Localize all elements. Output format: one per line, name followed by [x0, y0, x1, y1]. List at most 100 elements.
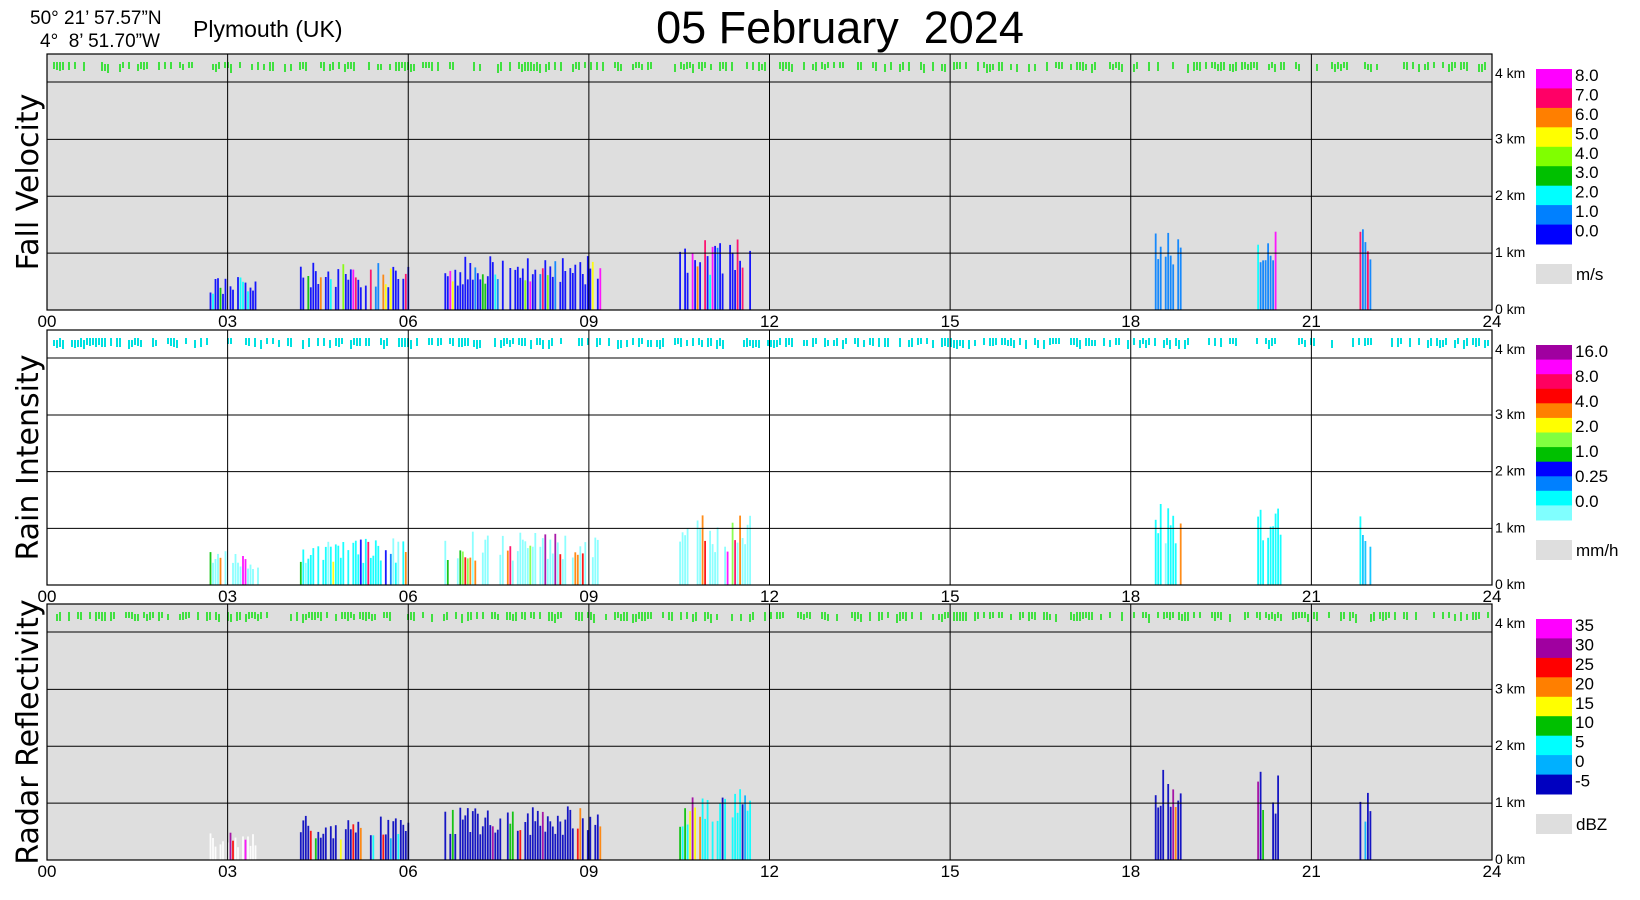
strip-mark [1304, 340, 1306, 347]
strip-mark [1088, 612, 1090, 620]
echo-column [369, 557, 372, 585]
strip-mark [122, 62, 124, 68]
strip-mark [137, 338, 139, 346]
strip-mark [1370, 338, 1372, 345]
strip-mark [1220, 62, 1222, 71]
strip-mark [878, 338, 880, 347]
strip-mark [98, 338, 100, 345]
strip-mark [302, 340, 304, 349]
strip-mark [833, 340, 835, 346]
strip-mark [98, 612, 100, 619]
strip-mark [422, 62, 424, 68]
echo-column [382, 274, 385, 310]
strip-mark [1478, 338, 1480, 346]
strip-mark [965, 62, 967, 69]
echo-column [1167, 508, 1170, 585]
strip-mark [260, 340, 262, 349]
strip-mark [770, 612, 772, 619]
strip-mark [497, 64, 499, 73]
strip-mark [560, 612, 562, 618]
strip-mark [473, 340, 475, 347]
strip-mark [884, 64, 886, 72]
strip-mark [128, 340, 130, 349]
colorbar-unit: m/s [1576, 265, 1603, 284]
colorbar-swatch [1536, 146, 1572, 167]
strip-mark [374, 614, 376, 620]
strip-mark [1463, 340, 1465, 349]
strip-mark [1241, 62, 1243, 70]
strip-mark [641, 64, 643, 70]
echo-column [359, 539, 362, 585]
echo-column [589, 268, 592, 310]
echo-column [329, 279, 332, 310]
strip-mark [845, 338, 847, 344]
strip-mark [1328, 612, 1330, 618]
strip-mark [1484, 62, 1486, 70]
strip-mark [701, 340, 703, 347]
panel-1: 00 03 06 09 12 15 18 21 240 km1 km2 km3 km4 kmFa… [11, 53, 1603, 331]
echo-column [399, 820, 402, 860]
strip-mark [656, 340, 658, 347]
strip-mark [719, 62, 721, 71]
echo-column [736, 239, 739, 310]
strip-mark [1472, 612, 1474, 620]
echo-column [516, 830, 519, 860]
echo-column [444, 811, 447, 860]
echo-column [549, 266, 552, 310]
echo-column [214, 559, 217, 585]
strip-mark [638, 612, 640, 619]
strip-mark [593, 614, 595, 623]
echo-column [1272, 526, 1274, 585]
strip-mark [731, 614, 733, 621]
strip-mark [959, 612, 961, 621]
echo-column [342, 264, 345, 310]
echo-column [229, 832, 232, 860]
strip-mark [1127, 340, 1129, 349]
echo-column [369, 269, 372, 310]
colorbar-swatch [1536, 490, 1572, 506]
strip-mark [1472, 338, 1474, 345]
echo-column [541, 538, 544, 585]
strip-mark [1118, 62, 1120, 70]
strip-mark [131, 612, 133, 619]
strip-mark [1466, 62, 1468, 71]
panel-3: 00 03 06 09 12 15 18 21 240 km1 km2 km3 km4 kmRa… [11, 599, 1607, 881]
strip-mark [704, 62, 706, 68]
strip-mark [941, 338, 943, 347]
strip-mark [290, 338, 292, 347]
echo-column [304, 815, 307, 860]
echo-column [347, 550, 350, 585]
colorbar-label: 25 [1575, 655, 1594, 674]
echo-column [476, 273, 479, 310]
echo-column [486, 810, 489, 860]
echo-column [696, 520, 699, 585]
strip-mark [1313, 338, 1315, 346]
strip-mark [956, 612, 958, 621]
echo-column [691, 797, 694, 860]
echo-column [599, 826, 602, 860]
echo-column [397, 541, 400, 585]
strip-mark [302, 62, 304, 69]
strip-mark [170, 62, 172, 69]
echo-column [594, 824, 597, 860]
strip-mark [179, 614, 181, 620]
strip-mark [551, 612, 553, 621]
strip-mark [59, 612, 61, 621]
strip-mark [206, 612, 208, 621]
echo-column [324, 277, 327, 310]
x-tick-label: 18 [1121, 312, 1140, 331]
strip-mark [125, 612, 127, 618]
colorbar-swatch [1536, 224, 1572, 245]
echo-column [481, 274, 484, 310]
echo-column [352, 824, 355, 860]
echo-column [516, 551, 519, 585]
strip-mark [1058, 338, 1060, 344]
strip-mark [1034, 338, 1036, 345]
echo-column [367, 541, 370, 585]
strip-mark [494, 338, 496, 347]
strip-mark [101, 62, 103, 71]
strip-mark [299, 62, 301, 70]
strip-mark [422, 612, 424, 618]
echo-column [584, 542, 587, 585]
strip-mark [362, 612, 364, 620]
